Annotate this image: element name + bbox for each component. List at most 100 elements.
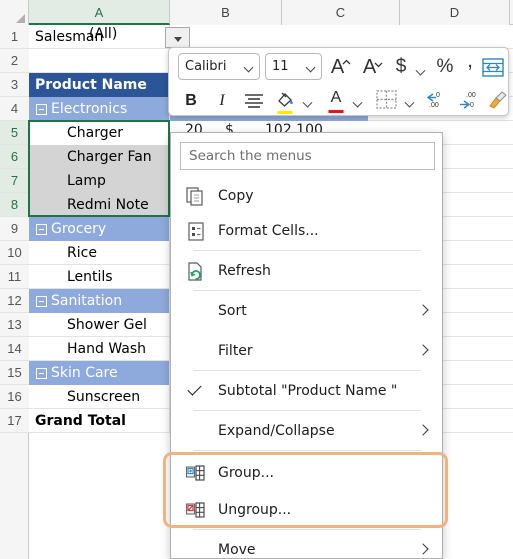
cell-a4-group-electronics[interactable]: Electronics xyxy=(29,97,169,121)
cell-a17-grand-total[interactable]: Grand Total xyxy=(29,409,169,433)
increase-decimal-icon: .00 0 xyxy=(460,92,476,109)
menu-separator xyxy=(193,410,421,411)
row-header-7[interactable]: 7 xyxy=(0,169,29,193)
menu-item-ungroup-label: Ungroup... xyxy=(218,502,292,518)
decrease-decimal-icon: 0 .00 xyxy=(426,92,440,109)
increase-font-size-button[interactable]: A xyxy=(327,52,355,82)
font-color-dropdown[interactable] xyxy=(349,90,365,120)
select-all-triangle-icon xyxy=(16,14,25,23)
column-header-b[interactable]: B xyxy=(170,0,282,25)
menu-item-sort[interactable]: Sort xyxy=(172,292,443,332)
increase-decimal-button[interactable]: .00 0 xyxy=(456,84,486,114)
menu-item-format-cells[interactable]: Format Cells... xyxy=(172,212,443,252)
menu-item-copy[interactable]: Copy xyxy=(172,177,443,217)
cell-a10-rice[interactable]: Rice xyxy=(29,241,169,265)
align-button[interactable] xyxy=(240,86,268,116)
fill-color-dropdown[interactable] xyxy=(299,90,315,120)
group-label: Skin Care xyxy=(51,365,118,381)
chevron-right-icon xyxy=(417,543,429,555)
search-menus-input[interactable]: Search the menus xyxy=(180,142,435,170)
cell-a16-sunscreen[interactable]: Sunscreen xyxy=(29,385,169,409)
fill-color-button[interactable] xyxy=(272,84,298,114)
menu-item-ungroup[interactable]: Ungroup... xyxy=(172,491,443,531)
merge-and-center-button[interactable] xyxy=(481,52,505,82)
row-header-14[interactable]: 14 xyxy=(0,337,29,361)
italic-button[interactable]: I xyxy=(209,86,235,116)
column-header-a[interactable]: A xyxy=(29,0,170,25)
cell-a12-group-sanitation[interactable]: Sanitation xyxy=(29,289,169,313)
menu-item-refresh[interactable]: Refresh xyxy=(172,252,443,292)
decrease-font-size-button[interactable]: A xyxy=(359,52,387,82)
menu-item-copy-label: Copy xyxy=(218,188,254,204)
menu-separator xyxy=(193,370,421,371)
group-icon xyxy=(185,464,206,484)
collapse-minus-icon[interactable] xyxy=(36,104,47,115)
comma-style-button[interactable]: , xyxy=(461,46,479,76)
menu-item-refresh-label: Refresh xyxy=(218,263,271,279)
row-header-6[interactable]: 6 xyxy=(0,145,29,169)
row-header-9[interactable]: 9 xyxy=(0,217,29,241)
group-label: Electronics xyxy=(51,101,128,117)
select-all-corner[interactable] xyxy=(0,0,29,25)
borders-button[interactable] xyxy=(372,84,400,114)
row-header-1[interactable]: 1 xyxy=(0,25,29,49)
context-menu[interactable]: Search the menus Copy Format Cells... Re… xyxy=(170,132,443,559)
row-header-2[interactable]: 2 xyxy=(0,49,29,73)
chevron-down-icon xyxy=(302,97,312,108)
row-header-13[interactable]: 13 xyxy=(0,313,29,337)
font-color-swatch xyxy=(328,110,344,113)
chevron-down-icon xyxy=(305,62,316,73)
collapse-minus-icon[interactable] xyxy=(36,224,47,235)
cell-a15-group-skin-care[interactable]: Skin Care xyxy=(29,361,169,385)
row-header-15[interactable]: 15 xyxy=(0,361,29,385)
row-header-12[interactable]: 12 xyxy=(0,289,29,313)
percent-style-button[interactable]: % xyxy=(433,52,457,82)
column-header-d[interactable]: D xyxy=(400,0,510,25)
chevron-right-icon xyxy=(417,344,429,356)
row-header-5[interactable]: 5 xyxy=(0,121,29,145)
cell-a14-hand-wash[interactable]: Hand Wash xyxy=(29,337,169,361)
collapse-minus-icon[interactable] xyxy=(36,368,47,379)
menu-item-subtotal[interactable]: Subtotal "Product Name " xyxy=(172,372,443,412)
chevron-down-icon xyxy=(243,62,254,73)
menu-separator xyxy=(193,529,421,530)
borders-icon xyxy=(375,89,397,109)
decrease-decimal-button[interactable]: 0 .00 xyxy=(423,84,453,114)
row-header-4[interactable]: 4 xyxy=(0,97,29,121)
fill-color-swatch xyxy=(277,111,293,114)
refresh-icon xyxy=(186,262,206,282)
borders-dropdown[interactable] xyxy=(401,90,417,120)
accounting-format-button[interactable]: $ xyxy=(391,52,411,82)
svg-text:0: 0 xyxy=(436,92,440,99)
font-color-label: A xyxy=(330,88,342,106)
collapse-minus-icon[interactable] xyxy=(36,296,47,307)
cell-a9-group-grocery[interactable]: Grocery xyxy=(29,217,169,241)
row-header-8[interactable]: 8 xyxy=(0,193,29,217)
svg-text:.00: .00 xyxy=(466,92,476,99)
ungroup-icon xyxy=(185,501,206,521)
row-header-11[interactable]: 11 xyxy=(0,265,29,289)
font-name-combo[interactable]: Calibri xyxy=(178,53,260,80)
row-header-3[interactable]: 3 xyxy=(0,73,29,97)
excel-screenshot: A B C D 1 2 3 4 5 6 7 8 9 10 11 12 13 14… xyxy=(0,0,513,559)
menu-item-filter[interactable]: Filter xyxy=(172,332,443,372)
row-header-10[interactable]: 10 xyxy=(0,241,29,265)
cell-a11-lentils[interactable]: Lentils xyxy=(29,265,169,289)
bold-button[interactable]: B xyxy=(178,86,204,116)
menu-item-move[interactable]: Move xyxy=(172,531,443,559)
font-size-combo[interactable]: 11 xyxy=(265,53,322,80)
cell-b1-filter-value[interactable]: (All) xyxy=(89,26,117,42)
format-painter-button[interactable] xyxy=(485,84,509,114)
cell-a13-shower-gel[interactable]: Shower Gel xyxy=(29,313,169,337)
menu-item-group[interactable]: Group... xyxy=(172,454,443,494)
column-header-c[interactable]: C xyxy=(282,0,400,25)
menu-separator xyxy=(193,450,421,451)
cell-a3-product-name-header[interactable]: Product Name xyxy=(29,73,169,97)
mini-formatting-toolbar[interactable]: Calibri 11 A A $ % , B I A 0 .00 .00 0 xyxy=(168,47,509,116)
row-header-16[interactable]: 16 xyxy=(0,385,29,409)
row-header-17[interactable]: 17 xyxy=(0,409,29,433)
search-placeholder: Search the menus xyxy=(189,148,312,164)
filter-dropdown-button[interactable] xyxy=(165,27,190,48)
font-color-button[interactable]: A xyxy=(324,84,348,114)
menu-item-expand-collapse[interactable]: Expand/Collapse xyxy=(172,412,443,452)
